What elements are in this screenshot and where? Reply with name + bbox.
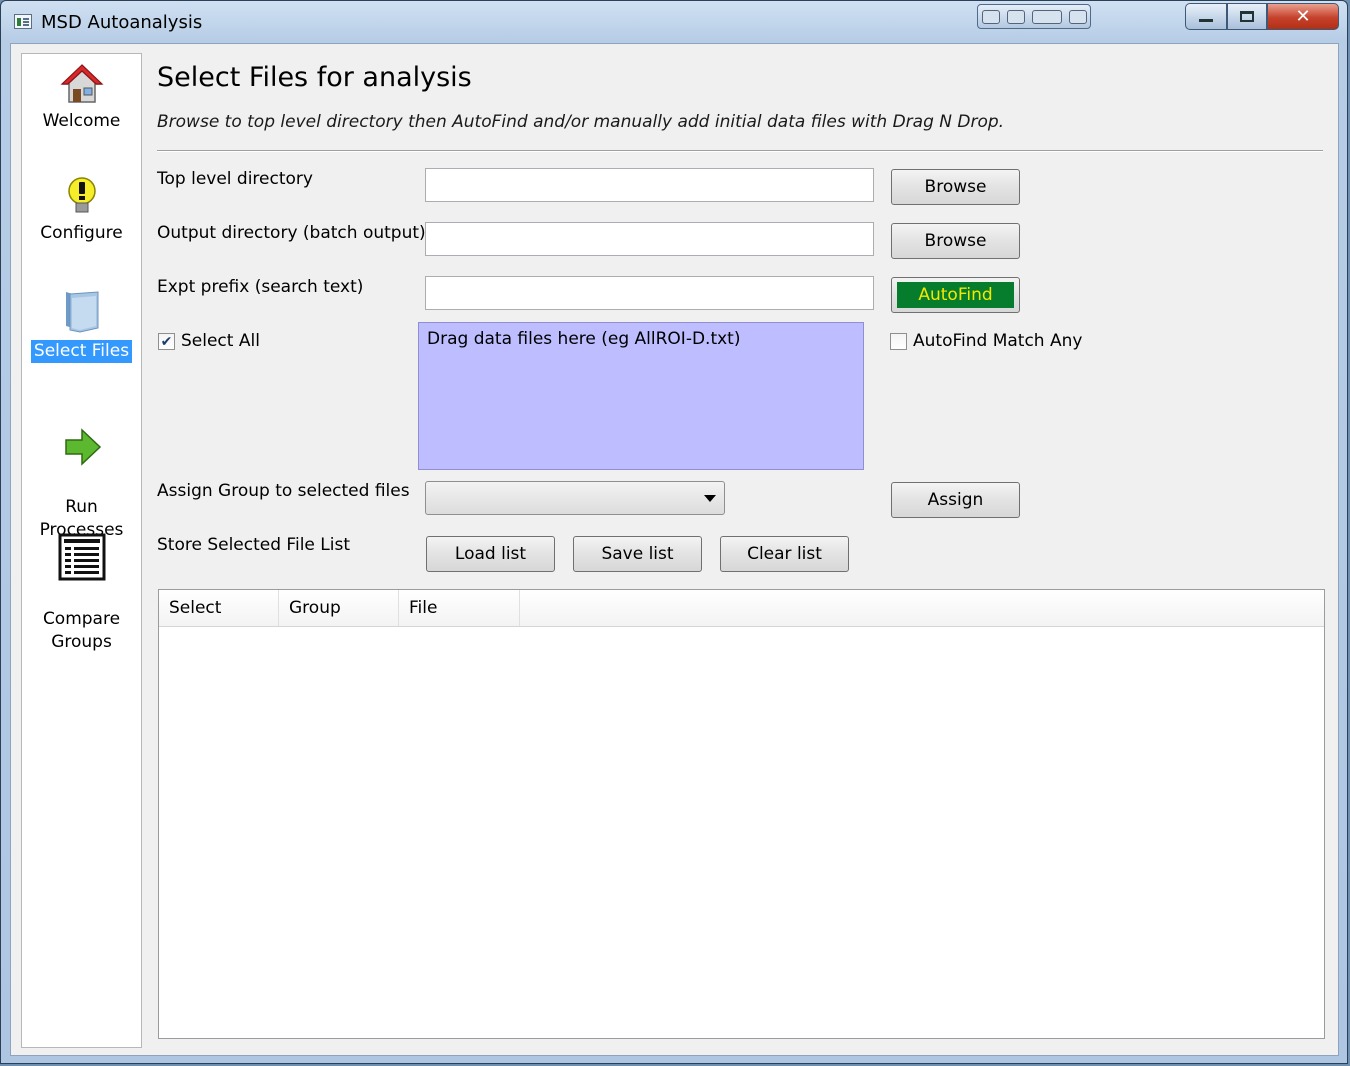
folder-icon	[65, 291, 98, 333]
sidebar-item-label: Compare Groups	[42, 609, 121, 652]
store-list-label: Store Selected File List	[157, 535, 351, 555]
maximize-button[interactable]	[1227, 3, 1267, 30]
autofind-match-any-checkbox[interactable]	[890, 333, 907, 350]
divider	[157, 150, 1323, 152]
column-header-select[interactable]: Select	[159, 590, 279, 626]
page-title: Select Files for analysis	[157, 62, 472, 93]
window-title: MSD Autoanalysis	[41, 12, 203, 33]
sidebar-item-select-files[interactable]: Select Files	[22, 286, 141, 363]
clear-list-button[interactable]: Clear list	[720, 536, 849, 572]
green-arrow-icon	[64, 428, 101, 466]
save-list-button[interactable]: Save list	[573, 536, 702, 572]
app-icon	[14, 14, 32, 29]
checkmark-icon: ✔	[160, 333, 173, 350]
chevron-down-icon	[704, 495, 716, 502]
expt-prefix-input[interactable]	[425, 276, 874, 310]
autofind-button[interactable]: AutoFind	[891, 277, 1020, 313]
group-select[interactable]	[425, 481, 725, 515]
lightbulb-icon	[67, 177, 96, 213]
sidebar-item-compare-groups[interactable]: Compare Groups	[22, 510, 141, 654]
browse-output-button[interactable]: Browse	[891, 223, 1020, 259]
app-window: MSD Autoanalysis ✕ Welcome Configure Sel…	[0, 0, 1348, 1064]
autofind-match-any-label: AutoFind Match Any	[913, 331, 1083, 351]
load-list-button[interactable]: Load list	[426, 536, 555, 572]
table-icon	[58, 533, 105, 581]
maximize-icon	[1240, 11, 1254, 22]
sidebar-item-configure[interactable]: Configure	[22, 174, 141, 245]
close-button[interactable]: ✕	[1267, 3, 1339, 30]
select-all-label: Select All	[181, 331, 260, 351]
gadget-icon[interactable]	[1031, 9, 1062, 24]
select-all-checkbox[interactable]: ✔	[158, 333, 175, 350]
gadget-icon[interactable]	[981, 9, 1000, 24]
drop-zone[interactable]: Drag data files here (eg AllROI-D.txt)	[418, 322, 864, 470]
sidebar: Welcome Configure Select Files Run Proce…	[21, 53, 142, 1048]
top-level-directory-label: Top level directory	[157, 169, 313, 189]
assign-button[interactable]: Assign	[891, 482, 1020, 518]
expt-prefix-label: Expt prefix (search text)	[157, 277, 364, 297]
file-table[interactable]: Select Group File	[158, 589, 1325, 1039]
window-controls: ✕	[1185, 3, 1339, 31]
output-directory-label: Output directory (batch output)	[157, 223, 426, 243]
assign-group-label: Assign Group to selected files	[157, 481, 410, 501]
minimize-icon	[1199, 19, 1213, 22]
sidebar-item-label: Configure	[40, 223, 123, 243]
drop-zone-text: Drag data files here (eg AllROI-D.txt)	[427, 329, 741, 349]
title-bar[interactable]: MSD Autoanalysis ✕	[1, 1, 1347, 43]
output-directory-input[interactable]	[425, 222, 874, 256]
close-icon: ✕	[1295, 6, 1311, 27]
sidebar-item-welcome[interactable]: Welcome	[22, 62, 141, 133]
sidebar-item-label: Welcome	[42, 111, 121, 131]
column-header-group[interactable]: Group	[279, 590, 399, 626]
page-subtitle: Browse to top level directory then AutoF…	[157, 112, 1005, 132]
taskbar-gadgets[interactable]	[977, 4, 1091, 29]
gadget-icon[interactable]	[1068, 9, 1087, 24]
client-area: Welcome Configure Select Files Run Proce…	[10, 43, 1339, 1056]
autofind-button-label: AutoFind	[897, 282, 1014, 308]
browse-top-level-button[interactable]: Browse	[891, 169, 1020, 205]
home-icon	[59, 64, 104, 103]
top-level-directory-input[interactable]	[425, 168, 874, 202]
column-header-file[interactable]: File	[399, 590, 520, 626]
table-header: Select Group File	[159, 590, 1324, 627]
minimize-button[interactable]	[1185, 3, 1227, 30]
gadget-icon[interactable]	[1006, 9, 1025, 24]
sidebar-item-label: Select Files	[30, 340, 133, 363]
